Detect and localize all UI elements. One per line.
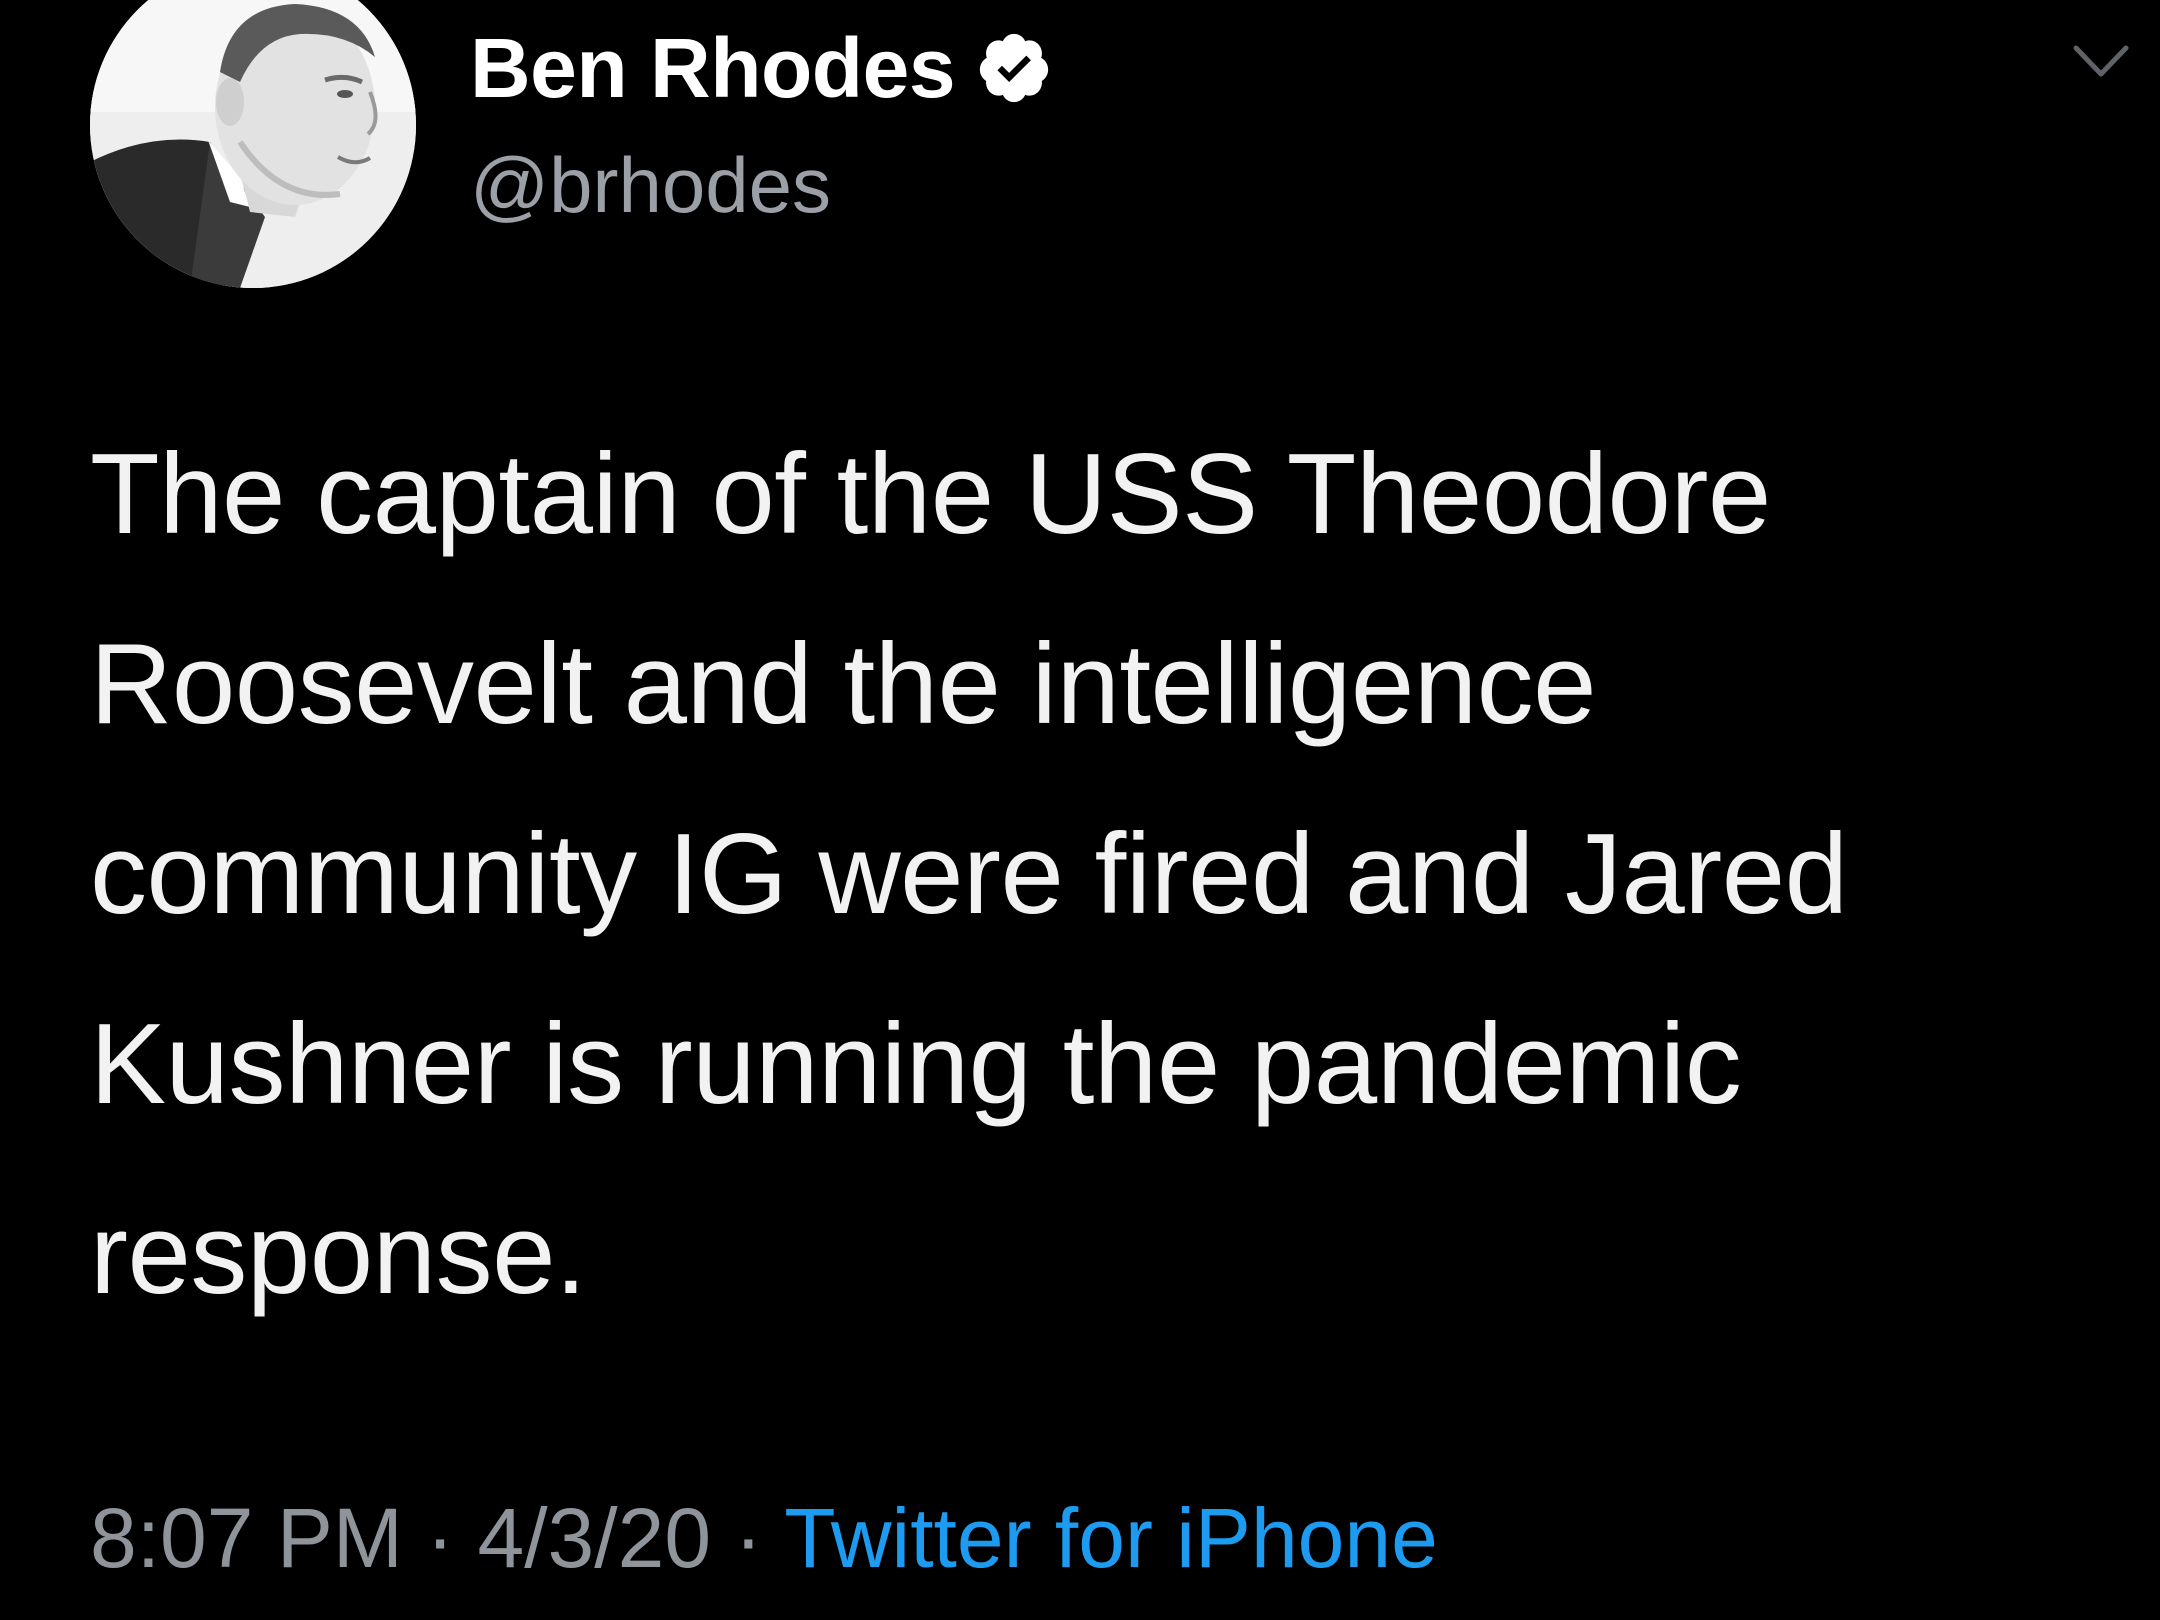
tweet-date[interactable]: 4/3/20 — [478, 1491, 712, 1585]
tweet-text: The captain of the USS Theodore Roosevel… — [90, 431, 1848, 1318]
profile-photo — [90, 0, 416, 288]
tweet-source-link[interactable]: Twitter for iPhone — [784, 1491, 1438, 1585]
tweet-time[interactable]: 8:07 PM — [90, 1491, 403, 1585]
separator-dot: · — [734, 1491, 763, 1585]
separator-dot: · — [426, 1491, 455, 1585]
tweet-card: Ben Rhodes @brhodes The captain of the U… — [0, 0, 2160, 1620]
verified-badge-icon — [975, 29, 1053, 107]
chevron-down-icon[interactable] — [2072, 42, 2130, 82]
author-name-row[interactable]: Ben Rhodes — [470, 18, 1053, 118]
author-handle[interactable]: @brhodes — [470, 140, 831, 231]
avatar[interactable] — [90, 0, 416, 288]
tweet-metadata: 8:07 PM · 4/3/20 · Twitter for iPhone — [90, 1490, 1438, 1587]
display-name[interactable]: Ben Rhodes — [470, 20, 956, 117]
